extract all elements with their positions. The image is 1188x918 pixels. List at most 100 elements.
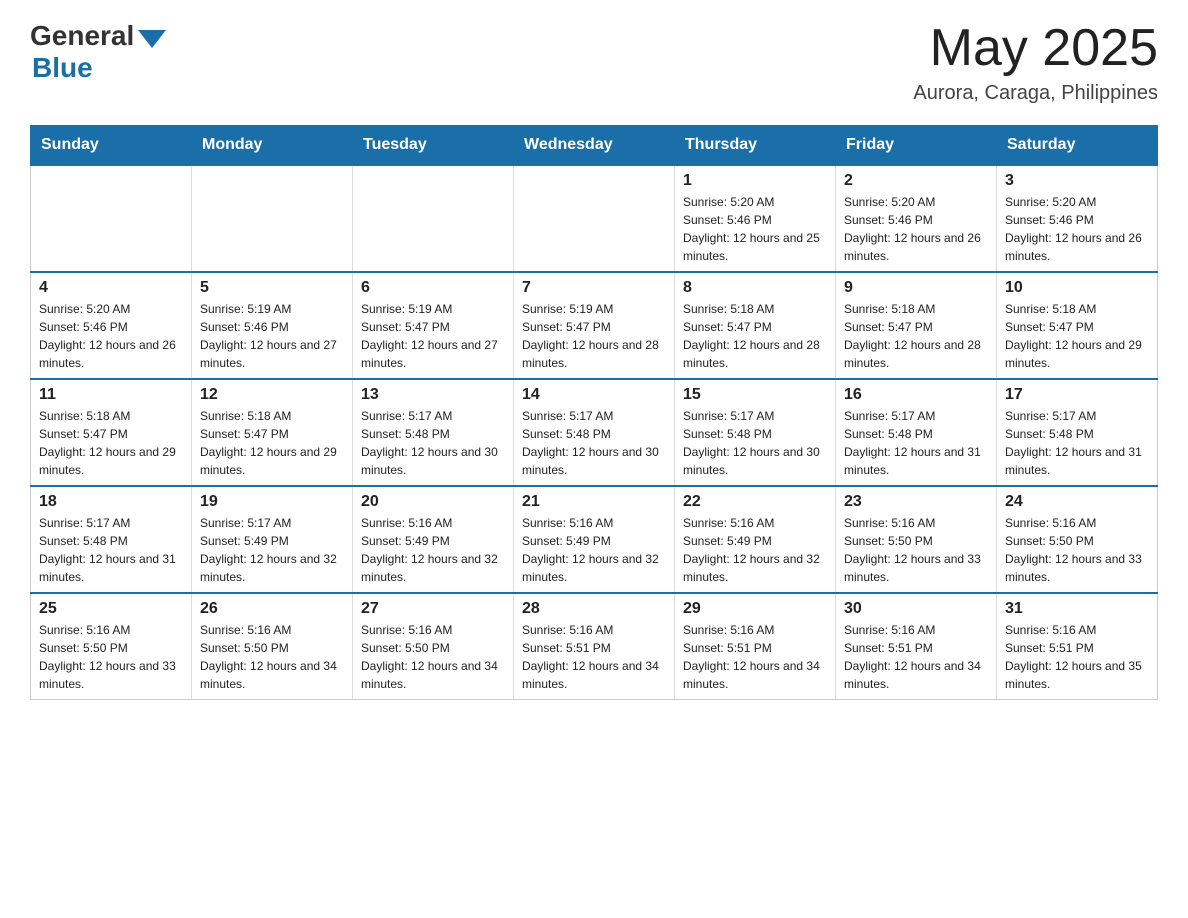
calendar-cell: 28 Sunrise: 5:16 AM Sunset: 5:51 PM Dayli…	[514, 593, 675, 700]
logo-blue-text: Blue	[32, 52, 93, 84]
weekday-header-sunday: Sunday	[31, 126, 192, 166]
day-number: 26	[200, 600, 344, 618]
day-number: 24	[1005, 493, 1149, 511]
day-info: Sunrise: 5:20 AM Sunset: 5:46 PM Dayligh…	[1005, 193, 1149, 265]
day-number: 14	[522, 386, 666, 404]
calendar-cell: 14 Sunrise: 5:17 AM Sunset: 5:48 PM Dayli…	[514, 379, 675, 486]
logo-arrow-icon	[138, 30, 166, 48]
calendar-cell: 29 Sunrise: 5:16 AM Sunset: 5:51 PM Dayli…	[675, 593, 836, 700]
day-number: 23	[844, 493, 988, 511]
day-info: Sunrise: 5:16 AM Sunset: 5:51 PM Dayligh…	[844, 621, 988, 693]
calendar-cell: 31 Sunrise: 5:16 AM Sunset: 5:51 PM Dayli…	[997, 593, 1158, 700]
day-info: Sunrise: 5:17 AM Sunset: 5:49 PM Dayligh…	[200, 514, 344, 586]
calendar-cell: 24Sunrise: 5:16 AM Sunset: 5:50 PM Dayli…	[997, 486, 1158, 593]
calendar-cell: 5 Sunrise: 5:19 AM Sunset: 5:46 PM Daylig…	[192, 272, 353, 379]
calendar-cell	[353, 165, 514, 272]
calendar-cell: 2Sunrise: 5:20 AM Sunset: 5:46 PM Daylig…	[836, 165, 997, 272]
calendar-cell: 10Sunrise: 5:18 AM Sunset: 5:47 PM Dayli…	[997, 272, 1158, 379]
weekday-header-tuesday: Tuesday	[353, 126, 514, 166]
day-number: 21	[522, 493, 666, 511]
calendar-cell: 1 Sunrise: 5:20 AM Sunset: 5:46 PM Daylig…	[675, 165, 836, 272]
day-info: Sunrise: 5:17 AM Sunset: 5:48 PM Dayligh…	[1005, 407, 1149, 479]
calendar-cell	[514, 165, 675, 272]
weekday-header-wednesday: Wednesday	[514, 126, 675, 166]
day-info: Sunrise: 5:17 AM Sunset: 5:48 PM Dayligh…	[522, 407, 666, 479]
day-info: Sunrise: 5:20 AM Sunset: 5:46 PM Dayligh…	[683, 193, 827, 265]
calendar-cell: 3 Sunrise: 5:20 AM Sunset: 5:46 PM Daylig…	[997, 165, 1158, 272]
weekday-header-friday: Friday	[836, 126, 997, 166]
day-number: 29	[683, 600, 827, 618]
calendar-cell: 21Sunrise: 5:16 AM Sunset: 5:49 PM Dayli…	[514, 486, 675, 593]
calendar-cell: 17Sunrise: 5:17 AM Sunset: 5:48 PM Dayli…	[997, 379, 1158, 486]
calendar-cell: 25 Sunrise: 5:16 AM Sunset: 5:50 PM Dayli…	[31, 593, 192, 700]
day-number: 31	[1005, 600, 1149, 618]
day-info: Sunrise: 5:17 AM Sunset: 5:48 PM Dayligh…	[844, 407, 988, 479]
day-number: 20	[361, 493, 505, 511]
day-number: 15	[683, 386, 827, 404]
day-number: 30	[844, 600, 988, 618]
calendar-cell: 20 Sunrise: 5:16 AM Sunset: 5:49 PM Dayli…	[353, 486, 514, 593]
calendar-cell: 26 Sunrise: 5:16 AM Sunset: 5:50 PM Dayli…	[192, 593, 353, 700]
calendar-week-3: 11Sunrise: 5:18 AM Sunset: 5:47 PM Dayli…	[31, 379, 1158, 486]
day-info: Sunrise: 5:16 AM Sunset: 5:49 PM Dayligh…	[361, 514, 505, 586]
day-info: Sunrise: 5:16 AM Sunset: 5:50 PM Dayligh…	[200, 621, 344, 693]
calendar-cell: 12 Sunrise: 5:18 AM Sunset: 5:47 PM Dayli…	[192, 379, 353, 486]
day-number: 19	[200, 493, 344, 511]
calendar-week-1: 1 Sunrise: 5:20 AM Sunset: 5:46 PM Daylig…	[31, 165, 1158, 272]
day-number: 2	[844, 172, 988, 190]
day-number: 12	[200, 386, 344, 404]
weekday-header-saturday: Saturday	[997, 126, 1158, 166]
calendar-cell: 23 Sunrise: 5:16 AM Sunset: 5:50 PM Dayli…	[836, 486, 997, 593]
month-title: May 2025	[913, 20, 1158, 77]
day-info: Sunrise: 5:16 AM Sunset: 5:51 PM Dayligh…	[683, 621, 827, 693]
day-number: 25	[39, 600, 183, 618]
day-info: Sunrise: 5:16 AM Sunset: 5:51 PM Dayligh…	[1005, 621, 1149, 693]
day-info: Sunrise: 5:17 AM Sunset: 5:48 PM Dayligh…	[39, 514, 183, 586]
calendar-cell	[192, 165, 353, 272]
calendar-cell: 6 Sunrise: 5:19 AM Sunset: 5:47 PM Daylig…	[353, 272, 514, 379]
day-info: Sunrise: 5:18 AM Sunset: 5:47 PM Dayligh…	[683, 300, 827, 372]
day-info: Sunrise: 5:19 AM Sunset: 5:47 PM Dayligh…	[522, 300, 666, 372]
day-number: 10	[1005, 279, 1149, 297]
calendar-cell: 16 Sunrise: 5:17 AM Sunset: 5:48 PM Dayli…	[836, 379, 997, 486]
day-info: Sunrise: 5:16 AM Sunset: 5:51 PM Dayligh…	[522, 621, 666, 693]
day-info: Sunrise: 5:18 AM Sunset: 5:47 PM Dayligh…	[39, 407, 183, 479]
day-info: Sunrise: 5:20 AM Sunset: 5:46 PM Dayligh…	[39, 300, 183, 372]
calendar-cell: 7Sunrise: 5:19 AM Sunset: 5:47 PM Daylig…	[514, 272, 675, 379]
calendar-cell: 15 Sunrise: 5:17 AM Sunset: 5:48 PM Dayli…	[675, 379, 836, 486]
day-info: Sunrise: 5:19 AM Sunset: 5:47 PM Dayligh…	[361, 300, 505, 372]
day-info: Sunrise: 5:18 AM Sunset: 5:47 PM Dayligh…	[200, 407, 344, 479]
day-number: 3	[1005, 172, 1149, 190]
day-info: Sunrise: 5:18 AM Sunset: 5:47 PM Dayligh…	[844, 300, 988, 372]
logo-general-text: General	[30, 20, 134, 52]
calendar-week-2: 4Sunrise: 5:20 AM Sunset: 5:46 PM Daylig…	[31, 272, 1158, 379]
title-section: May 2025 Aurora, Caraga, Philippines	[913, 20, 1158, 105]
day-number: 5	[200, 279, 344, 297]
day-number: 8	[683, 279, 827, 297]
day-number: 13	[361, 386, 505, 404]
calendar-table: SundayMondayTuesdayWednesdayThursdayFrid…	[30, 125, 1158, 700]
weekday-header-thursday: Thursday	[675, 126, 836, 166]
day-info: Sunrise: 5:16 AM Sunset: 5:50 PM Dayligh…	[844, 514, 988, 586]
day-info: Sunrise: 5:19 AM Sunset: 5:46 PM Dayligh…	[200, 300, 344, 372]
calendar-cell: 18 Sunrise: 5:17 AM Sunset: 5:48 PM Dayli…	[31, 486, 192, 593]
day-info: Sunrise: 5:17 AM Sunset: 5:48 PM Dayligh…	[683, 407, 827, 479]
calendar-cell: 8 Sunrise: 5:18 AM Sunset: 5:47 PM Daylig…	[675, 272, 836, 379]
calendar-cell: 19 Sunrise: 5:17 AM Sunset: 5:49 PM Dayli…	[192, 486, 353, 593]
day-info: Sunrise: 5:16 AM Sunset: 5:49 PM Dayligh…	[683, 514, 827, 586]
day-number: 16	[844, 386, 988, 404]
day-number: 6	[361, 279, 505, 297]
day-number: 28	[522, 600, 666, 618]
calendar-week-4: 18 Sunrise: 5:17 AM Sunset: 5:48 PM Dayli…	[31, 486, 1158, 593]
day-number: 18	[39, 493, 183, 511]
day-info: Sunrise: 5:16 AM Sunset: 5:50 PM Dayligh…	[39, 621, 183, 693]
calendar-cell: 9Sunrise: 5:18 AM Sunset: 5:47 PM Daylig…	[836, 272, 997, 379]
calendar-cell: 4Sunrise: 5:20 AM Sunset: 5:46 PM Daylig…	[31, 272, 192, 379]
day-number: 27	[361, 600, 505, 618]
calendar-cell: 11Sunrise: 5:18 AM Sunset: 5:47 PM Dayli…	[31, 379, 192, 486]
calendar-cell: 27Sunrise: 5:16 AM Sunset: 5:50 PM Dayli…	[353, 593, 514, 700]
location-text: Aurora, Caraga, Philippines	[913, 82, 1158, 105]
calendar-cell: 13Sunrise: 5:17 AM Sunset: 5:48 PM Dayli…	[353, 379, 514, 486]
calendar-cell	[31, 165, 192, 272]
day-number: 1	[683, 172, 827, 190]
